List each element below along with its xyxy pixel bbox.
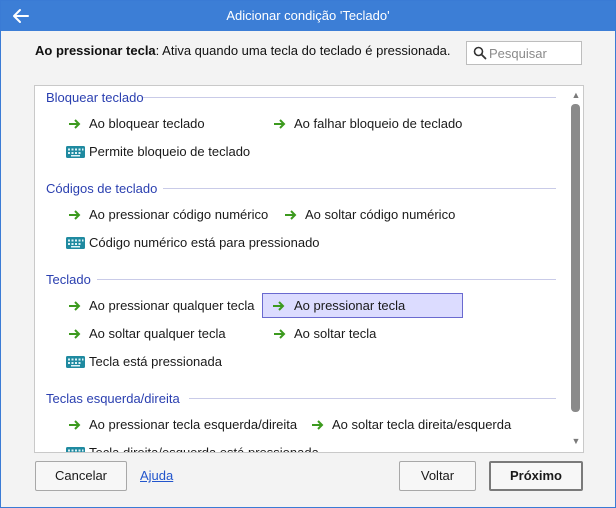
green-arrow-icon [69,210,81,220]
keyboard-icon [66,146,85,158]
item-label: Ao falhar bloqueio de teclado [294,116,463,131]
scroll-down-icon[interactable]: ▼ [571,436,581,446]
keyboard-icon [66,237,85,249]
item-label: Ao soltar código numérico [305,207,456,222]
help-link[interactable]: Ajuda [140,468,173,483]
condition-description: Ao pressionar tecla: Ativa quando uma te… [35,43,451,58]
green-arrow-icon [312,420,324,430]
search-box[interactable] [466,41,582,65]
group-divider [163,188,556,189]
conditions-list[interactable]: Bloquear teclado Ao bloquear teclado Ao … [34,85,584,453]
item-label: Ao bloquear teclado [89,116,205,131]
keyboard-icon [66,447,85,452]
item-label: Ao pressionar tecla [294,298,406,313]
item-label: Ao soltar tecla [294,326,377,341]
group-heading-teclado: Teclado [46,272,91,287]
green-arrow-icon [274,119,286,129]
green-arrow-icon [69,119,81,129]
item-label: Código numérico está para pressionado [89,235,320,250]
item-label: Ao pressionar tecla esquerda/direita [89,417,298,432]
green-arrow-icon [69,329,81,339]
group-divider [189,398,556,399]
description-name: Ao pressionar tecla [35,43,156,58]
item-label: Ao soltar qualquer tecla [89,326,226,341]
group-divider [143,97,556,98]
group-divider [97,279,556,280]
green-arrow-icon [69,301,81,311]
vertical-scrollbar[interactable]: ▲ ▼ [569,88,583,450]
scrollbar-thumb[interactable] [571,104,580,412]
next-button[interactable]: Próximo [489,461,583,491]
green-arrow-icon [285,210,297,220]
item-ao-pressionar-tecla[interactable]: Ao pressionar tecla [262,293,463,318]
green-arrow-icon [274,329,286,339]
group-heading-bloquear-teclado: Bloquear teclado [46,90,144,105]
green-arrow-icon [273,301,285,311]
item-label: Ao soltar tecla direita/esquerda [332,417,512,432]
keyboard-icon [66,356,85,368]
item-label: Ao pressionar qualquer tecla [89,298,255,313]
item-label: Tecla direita/esquerda está pressionada [89,445,319,453]
green-arrow-icon [69,420,81,430]
scroll-up-icon[interactable]: ▲ [571,90,581,100]
description-text: : Ativa quando uma tecla do teclado é pr… [155,43,451,58]
title-bar: Adicionar condição 'Teclado' [1,1,615,31]
group-heading-codigos-de-teclado: Códigos de teclado [46,181,158,196]
group-heading-teclas-esquerda-direita: Teclas esquerda/direita [46,391,180,406]
search-input[interactable] [489,44,579,62]
cancel-button[interactable]: Cancelar [35,461,127,491]
search-icon [473,46,487,60]
item-label: Permite bloqueio de teclado [89,144,251,159]
window-title: Adicionar condição 'Teclado' [226,8,390,23]
dialog-window: Adicionar condição 'Teclado' Ao pression… [0,0,616,508]
item-label: Ao pressionar código numérico [89,207,269,222]
item-label: Tecla está pressionada [89,354,222,369]
back-button[interactable]: Voltar [399,461,476,491]
